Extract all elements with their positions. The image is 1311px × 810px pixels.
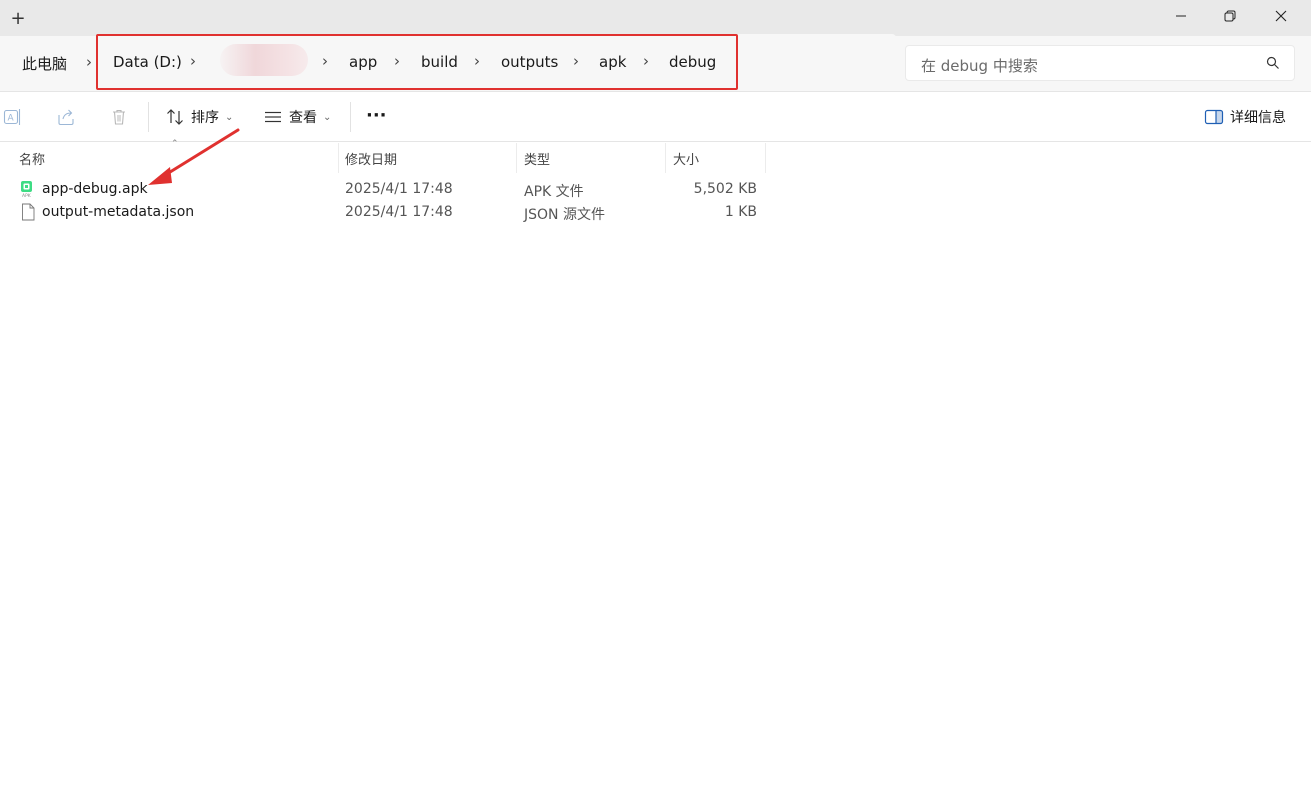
new-tab-button[interactable]: + xyxy=(6,6,30,30)
sort-icon xyxy=(167,109,183,125)
more-options-button[interactable]: ··· xyxy=(366,101,387,129)
file-type: JSON 源文件 xyxy=(524,207,605,223)
breadcrumb-root-this-pc[interactable]: 此电脑 xyxy=(22,53,67,74)
chevron-right-icon[interactable]: › xyxy=(86,53,92,71)
delete-icon[interactable] xyxy=(109,107,129,127)
chevron-down-icon: ⌄ xyxy=(225,111,234,123)
search-icon[interactable] xyxy=(1266,56,1280,70)
file-modified: 2025/4/1 17:48 xyxy=(345,204,453,220)
minimize-icon xyxy=(1176,15,1186,17)
file-row[interactable]: APK app-debug.apk 2025/4/1 17:48 APK 文件 … xyxy=(14,178,774,201)
file-row[interactable]: output-metadata.json 2025/4/1 17:48 JSON… xyxy=(14,201,774,224)
document-file-icon xyxy=(22,203,35,221)
search-box[interactable]: 在 debug 中搜索 xyxy=(905,45,1295,81)
view-label: 查看 xyxy=(289,110,317,126)
toolbar-divider xyxy=(350,102,351,132)
search-input-placeholder[interactable]: 在 debug 中搜索 xyxy=(921,55,1038,76)
rename-icon[interactable]: A xyxy=(3,107,23,127)
close-icon xyxy=(1275,10,1287,22)
column-separator[interactable] xyxy=(765,143,766,173)
file-name[interactable]: app-debug.apk xyxy=(42,181,148,197)
column-separator[interactable] xyxy=(516,143,517,173)
details-pane-button[interactable]: 详细信息 xyxy=(1204,103,1286,131)
column-header-modified[interactable]: 修改日期 xyxy=(345,143,515,173)
apk-file-icon: APK xyxy=(21,181,32,198)
column-header-type[interactable]: 类型 xyxy=(524,143,664,173)
file-modified: 2025/4/1 17:48 xyxy=(345,181,453,197)
close-window-button[interactable] xyxy=(1255,0,1307,32)
breadcrumb-highlight-annotation xyxy=(96,34,738,90)
annotation-arrow xyxy=(148,128,240,185)
file-size: 5,502 KB xyxy=(693,181,757,197)
view-button[interactable]: 查看 ⌄ xyxy=(263,103,331,131)
minimize-button[interactable] xyxy=(1155,0,1207,32)
details-pane-icon xyxy=(1204,109,1224,125)
details-label: 详细信息 xyxy=(1230,110,1286,126)
column-separator[interactable] xyxy=(338,143,339,173)
svg-text:APK: APK xyxy=(22,193,32,198)
svg-text:A: A xyxy=(8,114,15,124)
column-separator[interactable] xyxy=(665,143,666,173)
sort-label: 排序 xyxy=(191,110,219,126)
file-size: 1 KB xyxy=(724,204,757,220)
share-icon[interactable] xyxy=(56,107,76,127)
column-header-size[interactable]: 大小 xyxy=(673,143,765,173)
chevron-down-icon: ⌄ xyxy=(323,111,332,123)
file-name[interactable]: output-metadata.json xyxy=(42,204,194,220)
file-type: APK 文件 xyxy=(524,184,584,200)
title-bar: + xyxy=(0,0,1311,36)
restore-button[interactable] xyxy=(1204,0,1256,32)
view-list-icon xyxy=(265,111,281,123)
restore-icon xyxy=(1224,10,1236,22)
